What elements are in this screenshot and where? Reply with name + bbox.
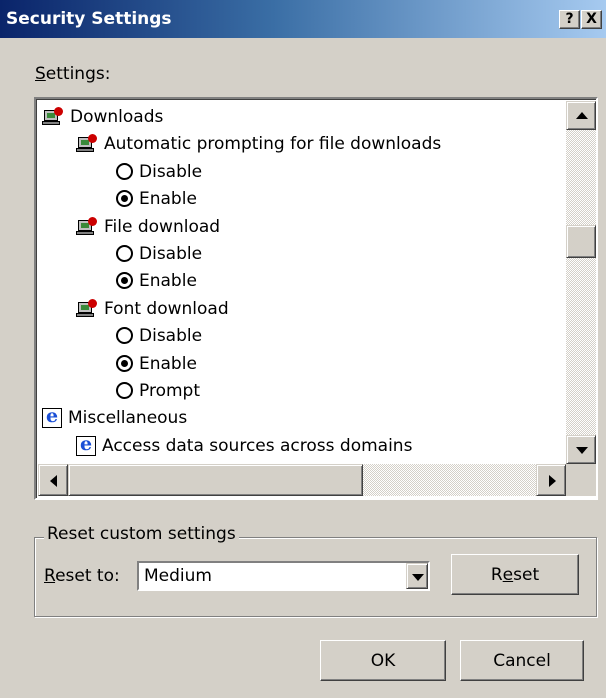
scroll-right-button[interactable] <box>536 464 566 496</box>
title-bar: Security Settings ? X <box>0 0 606 38</box>
option-row[interactable]: Enable <box>116 350 197 377</box>
setting-row: File download <box>76 213 220 240</box>
radio-button[interactable] <box>116 163 133 180</box>
security-zone-icon <box>76 298 98 319</box>
scroll-down-button[interactable] <box>566 435 596 464</box>
arrow-up-icon <box>576 112 588 119</box>
reset-to-value: Medium <box>144 566 212 586</box>
option-row[interactable]: Enable <box>116 267 197 294</box>
reset-button[interactable]: Re set <box>451 554 579 595</box>
scroll-left-button[interactable] <box>38 464 68 496</box>
option-row[interactable]: Enable <box>116 185 197 212</box>
setting-label: Access data sources across domains <box>102 435 413 456</box>
radio-button[interactable] <box>116 382 133 399</box>
radio-button-checked[interactable] <box>116 355 133 372</box>
radio-button[interactable] <box>116 245 133 262</box>
internet-explorer-icon <box>76 433 96 456</box>
radio-button-checked[interactable] <box>116 190 133 207</box>
option-label: Enable <box>139 270 197 291</box>
settings-label: Settings: <box>35 64 111 84</box>
reset-group-legend: Reset custom settings <box>44 524 239 544</box>
radio-button-checked[interactable] <box>116 272 133 289</box>
category-label: Downloads <box>70 106 164 127</box>
internet-explorer-icon <box>42 405 62 428</box>
vertical-scroll-thumb[interactable] <box>566 225 596 258</box>
option-row[interactable]: Prompt <box>116 377 200 404</box>
arrow-down-icon <box>576 447 588 454</box>
settings-list[interactable]: Downloads Automatic prompting for file do… <box>34 97 598 500</box>
cancel-button[interactable]: Cancel <box>460 640 584 681</box>
option-label: Disable <box>139 243 203 264</box>
option-label: Disable <box>139 161 203 182</box>
option-label: Prompt <box>139 380 200 401</box>
security-zone-icon <box>76 216 98 237</box>
horizontal-scrollbar[interactable] <box>38 464 566 496</box>
window-title: Security Settings <box>6 9 172 29</box>
horizontal-scroll-thumb[interactable] <box>68 464 363 496</box>
option-row[interactable]: Disable <box>116 322 202 349</box>
chevron-down-icon <box>412 574 424 581</box>
reset-to-dropdown[interactable]: Medium <box>137 561 430 591</box>
close-button[interactable]: X <box>581 10 602 29</box>
setting-label: File download <box>104 216 221 237</box>
ok-button[interactable]: OK <box>320 640 446 681</box>
dropdown-button[interactable] <box>406 563 428 589</box>
option-row[interactable]: Disable <box>116 158 202 185</box>
setting-label: Automatic prompting for file downloads <box>104 133 442 154</box>
arrow-right-icon <box>549 475 556 487</box>
scrollbar-corner <box>566 464 596 496</box>
setting-row: Automatic prompting for file downloads <box>76 130 441 157</box>
settings-tree: Downloads Automatic prompting for file do… <box>38 101 566 464</box>
option-label: Enable <box>139 353 197 374</box>
category-row: Downloads <box>42 103 163 130</box>
option-row[interactable]: Disable <box>116 240 202 267</box>
radio-button[interactable] <box>116 327 133 344</box>
reset-to-label: Reset to: <box>44 566 120 586</box>
option-label: Disable <box>139 325 203 346</box>
setting-label: Font download <box>104 298 229 319</box>
help-button[interactable]: ? <box>559 10 580 29</box>
arrow-left-icon <box>50 475 57 487</box>
security-zone-icon <box>42 106 64 127</box>
setting-row: Access data sources across domains <box>76 432 412 459</box>
option-label: Enable <box>139 188 197 209</box>
category-row: Miscellaneous <box>42 404 187 431</box>
vertical-scrollbar[interactable] <box>566 101 596 464</box>
scroll-up-button[interactable] <box>566 101 596 130</box>
setting-row: Font download <box>76 295 229 322</box>
security-zone-icon <box>76 133 98 154</box>
category-label: Miscellaneous <box>68 407 188 428</box>
